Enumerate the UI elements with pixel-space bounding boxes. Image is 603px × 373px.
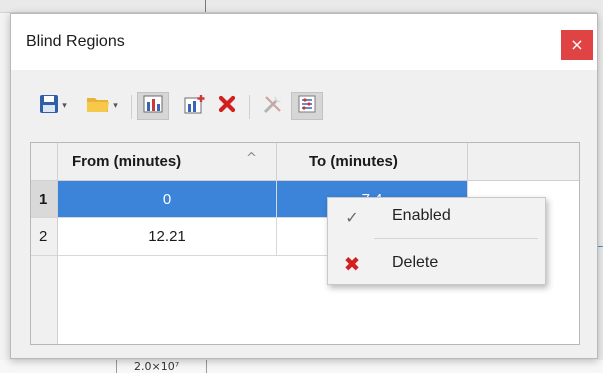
- close-button[interactable]: ×: [561, 30, 593, 60]
- window-title: Blind Regions: [26, 33, 125, 50]
- title-bar[interactable]: Blind Regions ×: [11, 14, 597, 70]
- toolbar-separator: [249, 95, 250, 119]
- delete-button[interactable]: [213, 92, 241, 120]
- dropdown-arrow-icon: ▾: [62, 101, 67, 111]
- dropdown-arrow-icon: ▾: [113, 101, 118, 111]
- tools-icon: [262, 93, 284, 119]
- table-cell-from[interactable]: 0: [58, 181, 277, 218]
- toolbar: ▾ ▾: [33, 92, 393, 122]
- toolbar-separator: [131, 95, 132, 119]
- column-header-label: From (minutes): [72, 153, 182, 170]
- row-header[interactable]: 1: [31, 181, 58, 218]
- delete-icon: [218, 95, 236, 117]
- table-cell-from[interactable]: 12.21: [58, 218, 277, 256]
- background-app-toolbar: [0, 0, 603, 13]
- list-settings-icon: [297, 94, 317, 118]
- background-chart-area: [0, 360, 603, 373]
- folder-open-icon: [86, 94, 110, 118]
- chart-view-toggle[interactable]: [137, 92, 169, 120]
- column-header-label: To (minutes): [309, 153, 398, 170]
- column-header-from[interactable]: From (minutes) ^: [58, 143, 277, 181]
- menu-item-delete[interactable]: ✖ Delete: [328, 245, 545, 283]
- menu-separator: [374, 238, 538, 239]
- add-region-button[interactable]: [179, 92, 211, 120]
- menu-item-label: Enabled: [392, 207, 451, 224]
- blind-regions-dialog: Blind Regions × ▾ ▾ From (minutes) ^ To …: [10, 13, 598, 359]
- row-number: 2: [39, 228, 48, 245]
- tools-button[interactable]: [257, 92, 289, 120]
- table-corner: [31, 143, 58, 181]
- menu-item-enabled[interactable]: ✓ Enabled: [328, 198, 545, 236]
- chart-view-icon: [143, 95, 163, 117]
- context-menu: ✓ Enabled ✖ Delete: [327, 197, 546, 285]
- background-axis-line: [116, 360, 117, 373]
- row-header-filler: [31, 256, 58, 344]
- row-header[interactable]: 2: [31, 218, 58, 256]
- delete-x-icon: ✖: [343, 252, 361, 276]
- background-divider: [205, 0, 206, 12]
- close-icon: ×: [570, 35, 584, 54]
- row-number: 1: [39, 191, 48, 208]
- open-folder-button[interactable]: ▾: [79, 92, 125, 120]
- background-axis-label: 2.0×10⁷: [134, 360, 180, 373]
- background-axis-line: [206, 360, 207, 373]
- menu-item-label: Delete: [392, 254, 439, 271]
- column-header-to[interactable]: To (minutes): [277, 143, 468, 181]
- column-header-filler: [468, 143, 579, 181]
- add-region-icon: [184, 94, 206, 118]
- save-button[interactable]: ▾: [33, 92, 73, 120]
- list-settings-toggle[interactable]: [291, 92, 323, 120]
- save-icon: [39, 94, 59, 118]
- sort-indicator-icon: ^: [246, 151, 257, 166]
- check-icon: ✓: [345, 207, 359, 227]
